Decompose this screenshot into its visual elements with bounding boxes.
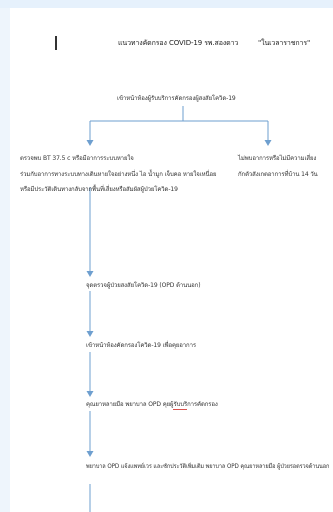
arrowhead-right-branch [264,140,272,146]
arrowhead-left-branch [86,140,94,146]
arrowhead-step-3 [86,391,94,397]
step-2-node: เข้าหน้าห้องคัดกรองโควิด-19 เพื่อคุยอากา… [86,342,196,349]
flow-connectors [86,106,272,512]
right-branch-line-1: ไม่พบอาการหรือไม่มีความเสี่ยง [238,155,317,162]
step-4-node: พยาบาล OPD แจ้งแพทย์เวร และซักประวัติเพิ… [86,463,330,470]
left-branch-line-3: หรือมีประวัติเดินทางกลับจากพื้นที่เสี่ยง… [20,186,178,193]
left-branch-line-2: ร่วมกับอาการทางระบบทางเดินหายใจอย่างหนึ่… [20,171,217,178]
left-branch-line-1: ตรวจพบ BT 37.5 c หรือมีอาการระบบหายใจ [20,155,134,162]
arrowhead-step-2 [86,331,94,337]
step-3-node: คุณยาหลายมือ พยาบาล OPD คุยผู้รับบริการค… [86,401,218,408]
step-1-node: จุดตรวจผู้ป่วยสงสัยโควิด-19 (OPD ด้านนอก… [86,282,201,289]
right-branch-line-2: กักตัวสังเกตอาการที่บ้าน 14 วัน [238,171,318,178]
arrowhead-step-1 [86,271,94,277]
spellcheck-underline [173,409,187,410]
page: แนวทางคัดกรอง COVID-19 รพ.สองดาว "ในเวลา… [0,0,333,512]
arrowhead-step-4 [86,451,94,457]
